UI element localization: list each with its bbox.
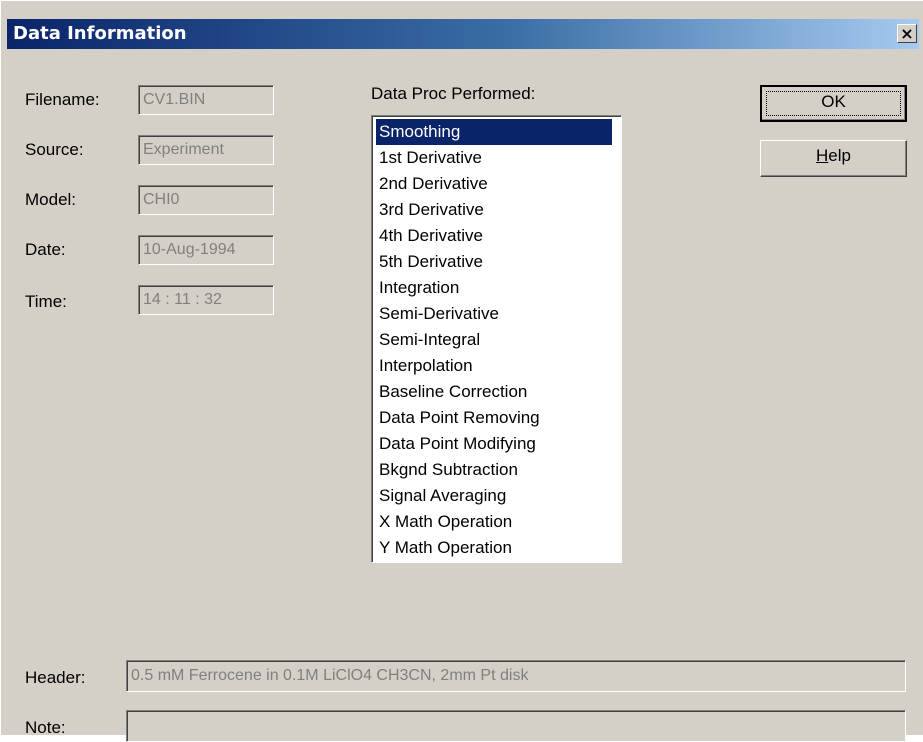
model-label: Model: xyxy=(25,190,77,209)
list-item[interactable]: 4th Derivative xyxy=(376,223,612,249)
model-value: CHI0 xyxy=(143,191,180,208)
header-field: 0.5 mM Ferrocene in 0.1M LiClO4 CH3CN, 2… xyxy=(126,660,906,692)
data-proc-listbox[interactable]: Smoothing 1st Derivative 2nd Derivative 3rd… xyxy=(371,115,622,563)
note-label: Note: xyxy=(25,718,66,737)
filename-label: Filename: xyxy=(25,90,100,109)
list-item[interactable]: Signal Averaging xyxy=(376,483,612,509)
ok-button-label: OK xyxy=(821,92,846,111)
list-item[interactable]: Integration xyxy=(376,275,612,301)
model-field: CHI0 xyxy=(138,185,274,215)
date-label: Date: xyxy=(25,240,66,259)
date-value: 10-Aug-1994 xyxy=(143,241,236,258)
time-value: 14 : 11 : 32 xyxy=(143,291,222,308)
help-label-rest: elp xyxy=(828,146,851,165)
list-item[interactable]: Semi-Integral xyxy=(376,327,612,353)
help-button-label: Help xyxy=(816,146,851,165)
list-item[interactable]: Y Math Operation xyxy=(376,535,612,561)
source-field: Experiment xyxy=(138,135,274,165)
close-icon: × xyxy=(900,24,914,43)
list-item[interactable]: Data Point Removing xyxy=(376,405,612,431)
list-item[interactable]: 5th Derivative xyxy=(376,249,612,275)
title-bar: Data Information × xyxy=(7,19,919,49)
note-field xyxy=(126,710,906,742)
filename-value: CV1.BIN xyxy=(143,91,206,108)
list-item[interactable]: 3rd Derivative xyxy=(376,197,612,223)
help-mnemonic: H xyxy=(816,146,829,165)
list-item[interactable]: 2nd Derivative xyxy=(376,171,612,197)
filename-field: CV1.BIN xyxy=(138,85,274,115)
data-information-dialog: Data Information × Filename: CV1.BIN Sou… xyxy=(0,0,923,742)
data-proc-label: Data Proc Performed: xyxy=(371,84,536,103)
date-field: 10-Aug-1994 xyxy=(138,235,274,265)
window-title: Data Information xyxy=(13,23,187,44)
list-item[interactable]: Smoothing xyxy=(376,119,612,145)
time-field: 14 : 11 : 32 xyxy=(138,285,274,315)
ok-button[interactable]: OK xyxy=(760,85,907,122)
list-item[interactable]: 1st Derivative xyxy=(376,145,612,171)
help-button[interactable]: Help xyxy=(760,140,907,177)
list-item[interactable]: Bkgnd Subtraction xyxy=(376,457,612,483)
source-value: Experiment xyxy=(143,141,224,158)
list-item[interactable]: Data Point Modifying xyxy=(376,431,612,457)
list-item[interactable]: X Math Operation xyxy=(376,509,612,535)
time-label: Time: xyxy=(25,292,67,311)
list-item[interactable]: Semi-Derivative xyxy=(376,301,612,327)
header-value: 0.5 mM Ferrocene in 0.1M LiClO4 CH3CN, 2… xyxy=(131,667,529,684)
list-item[interactable]: Baseline Correction xyxy=(376,379,612,405)
list-item[interactable]: Interpolation xyxy=(376,353,612,379)
close-button[interactable]: × xyxy=(897,24,917,43)
header-label: Header: xyxy=(25,668,86,687)
source-label: Source: xyxy=(25,140,84,159)
